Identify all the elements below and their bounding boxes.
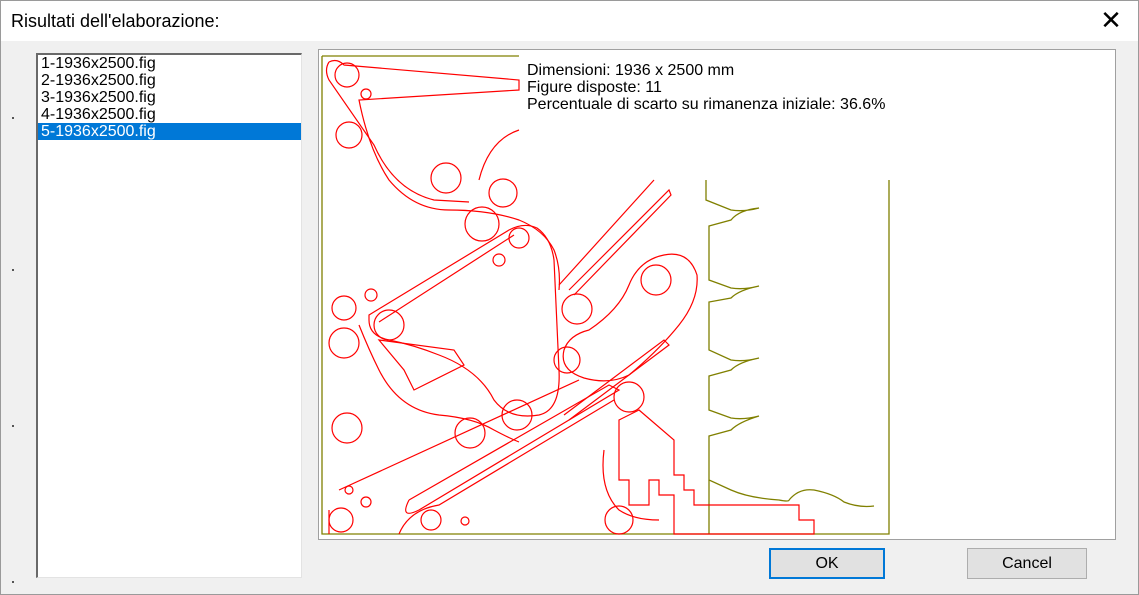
dialog-title: Risultati dell'elaborazione:	[11, 11, 220, 31]
cancel-button[interactable]: Cancel	[967, 548, 1087, 579]
dialog-edge-mark	[12, 425, 14, 427]
waste-percentage-text: Percentuale di scarto su rimanenza inizi…	[527, 96, 886, 113]
preview-info: Dimensioni: 1936 x 2500 mm Figure dispos…	[527, 62, 885, 113]
nesting-drawing	[321, 55, 890, 535]
nesting-preview: Dimensioni: 1936 x 2500 mm Figure dispos…	[318, 49, 1116, 540]
results-list[interactable]: 1-1936x2500.fig 2-1936x2500.fig 3-1936x2…	[36, 53, 302, 578]
figures-count-text: Figure disposte: 11	[527, 79, 662, 96]
title-bar: Risultati dell'elaborazione: ✕	[1, 1, 1138, 41]
dialog-edge-mark	[12, 117, 14, 119]
list-item-selected[interactable]: 5-1936x2500.fig	[38, 123, 301, 140]
results-dialog: Risultati dell'elaborazione: ✕ 1-1936x25…	[0, 0, 1139, 595]
list-item[interactable]: 4-1936x2500.fig	[38, 106, 301, 123]
nested-parts	[325, 59, 815, 535]
dialog-edge-mark	[12, 269, 14, 271]
close-icon[interactable]: ✕	[1096, 5, 1126, 35]
sheet-outline	[321, 55, 890, 535]
list-item[interactable]: 1-1936x2500.fig	[38, 55, 301, 72]
dialog-edge-mark	[12, 581, 14, 583]
list-item[interactable]: 2-1936x2500.fig	[38, 72, 301, 89]
ok-button[interactable]: OK	[769, 548, 885, 579]
dimensions-text: Dimensioni: 1936 x 2500 mm	[527, 62, 735, 79]
list-item[interactable]: 3-1936x2500.fig	[38, 89, 301, 106]
